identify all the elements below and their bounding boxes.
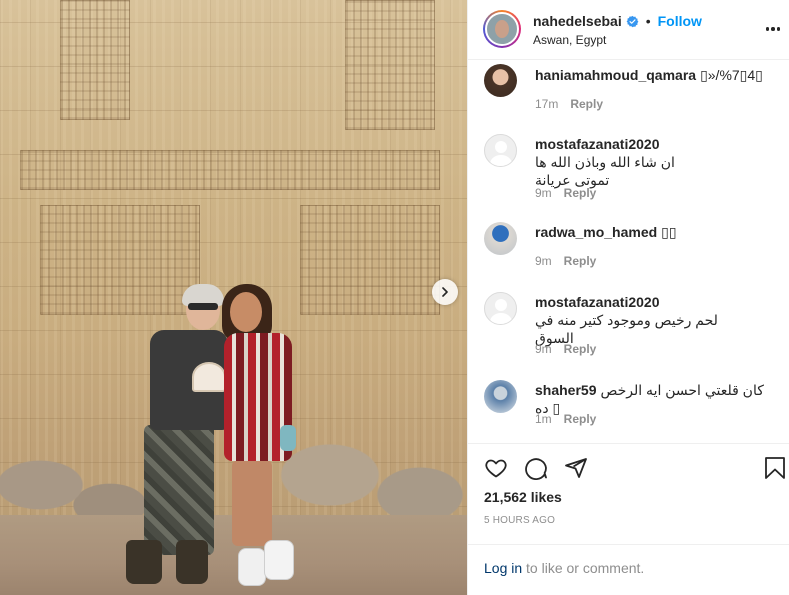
wall-carving	[20, 150, 440, 190]
commenter-avatar[interactable]	[484, 64, 517, 97]
comment-text: ان شاء الله وباذن الله ها تموتى عريانة	[535, 154, 675, 188]
commenter-username[interactable]: haniamahmoud_qamara	[535, 67, 696, 83]
author-row: nahedelsebai • Follow	[533, 13, 702, 29]
commenter-avatar[interactable]	[484, 380, 517, 413]
wall-carving	[300, 205, 440, 315]
reply-button[interactable]: Reply	[570, 97, 603, 111]
login-rest: to like or comment.	[522, 560, 645, 576]
login-text: Log in to like or comment.	[484, 560, 644, 576]
comment-text: ▯▯	[661, 224, 677, 240]
comment-content: mostafazanati2020 لحم رخيص وموجود كتير م…	[535, 293, 780, 347]
boot-right	[176, 540, 208, 584]
wall-carving	[40, 205, 200, 315]
wall-carving	[60, 0, 130, 120]
login-link[interactable]: Log in	[484, 560, 522, 576]
comment-time[interactable]: 1m	[535, 412, 552, 426]
person-right-legs	[232, 460, 272, 546]
sneaker-left	[238, 548, 266, 586]
reply-button[interactable]: Reply	[564, 342, 597, 356]
more-options-icon[interactable]	[762, 20, 784, 38]
paper-plane-icon[interactable]	[564, 456, 588, 480]
commenter-avatar[interactable]	[484, 292, 517, 325]
person-right-head	[230, 292, 262, 332]
boot-left	[126, 540, 162, 584]
comment-meta: 9m Reply	[535, 342, 596, 356]
person-left-legs	[144, 425, 214, 555]
hand-fan	[192, 362, 226, 392]
commenter-username[interactable]: shaher59	[535, 382, 596, 398]
post-actions: 21,562 likes 5 HOURS AGO Log in to like …	[468, 443, 789, 595]
person-left-sunglasses	[188, 303, 218, 310]
post-header: nahedelsebai • Follow Aswan, Egypt	[468, 0, 789, 60]
post-details-panel: nahedelsebai • Follow Aswan, Egypt hania…	[467, 0, 789, 595]
commenter-avatar[interactable]	[484, 134, 517, 167]
follow-button[interactable]: Follow	[658, 13, 702, 29]
comment-time[interactable]: 17m	[535, 97, 558, 111]
post-photo[interactable]	[0, 0, 467, 595]
chevron-right-icon	[442, 287, 448, 297]
comment-text: ▯»/%7▯4▯	[700, 67, 763, 83]
comment-time[interactable]: 9m	[535, 342, 552, 356]
sneaker-right	[264, 540, 294, 580]
heart-icon[interactable]	[484, 456, 508, 480]
comment-content: mostafazanati2020 ان شاء الله وباذن الله…	[535, 135, 780, 189]
comment-meta: 17m Reply	[535, 97, 603, 111]
commenter-username[interactable]: mostafazanati2020	[535, 136, 660, 152]
post-location[interactable]: Aswan, Egypt	[533, 33, 606, 47]
login-prompt: Log in to like or comment.	[468, 544, 789, 595]
comments-list: haniamahmoud_qamara ▯»/%7▯4▯ 17m Reply mo…	[468, 60, 789, 443]
comment-content: haniamahmoud_qamara ▯»/%7▯4▯	[535, 66, 780, 84]
commenter-username[interactable]: radwa_mo_hamed	[535, 224, 657, 240]
comment-meta: 9m Reply	[535, 254, 596, 268]
comment-content: radwa_mo_hamed ▯▯	[535, 223, 780, 241]
reply-button[interactable]: Reply	[564, 412, 597, 426]
author-username[interactable]: nahedelsebai	[533, 13, 622, 29]
author-avatar[interactable]	[483, 10, 521, 48]
comment-time[interactable]: 9m	[535, 186, 552, 200]
comment-icon[interactable]	[524, 456, 548, 480]
commenter-username[interactable]: mostafazanati2020	[535, 294, 660, 310]
reply-button[interactable]: Reply	[564, 254, 597, 268]
comment-time[interactable]: 9m	[535, 254, 552, 268]
likes-count[interactable]: 21,562 likes	[484, 489, 562, 505]
separator-dot: •	[645, 13, 651, 29]
handbag	[280, 425, 296, 451]
post-timestamp[interactable]: 5 HOURS AGO	[484, 515, 555, 526]
wall-carving	[345, 0, 435, 130]
comment-meta: 1m Reply	[535, 412, 596, 426]
comment-meta: 9m Reply	[535, 186, 596, 200]
commenter-avatar[interactable]	[484, 222, 517, 255]
verified-badge-icon	[626, 15, 639, 28]
reply-button[interactable]: Reply	[564, 186, 597, 200]
next-photo-button[interactable]	[432, 279, 458, 305]
bookmark-icon[interactable]	[764, 456, 786, 480]
